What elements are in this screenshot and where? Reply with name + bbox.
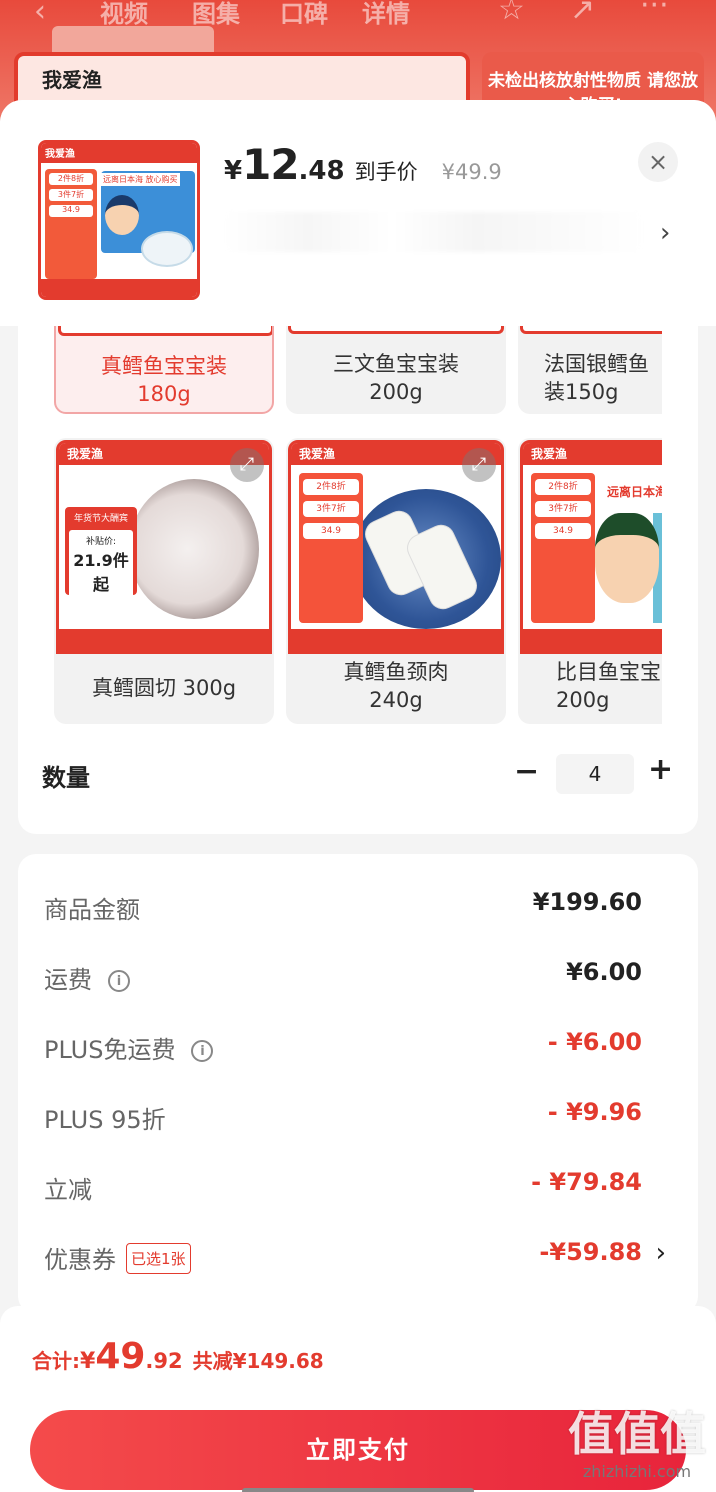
more-icon[interactable]: ··· <box>640 0 669 23</box>
back-icon[interactable]: ‹ <box>34 0 46 29</box>
option-flounder-baby-200g[interactable]: 我爱渔 远离日本海 2件8折 3件7折 34.9 比目鱼宝宝 200g <box>518 438 662 724</box>
option-cod-round-cut-300g[interactable]: 我爱渔 年货节大酬宾 补贴价: 21.9件起 ⤢ 真鳕圆切 300g <box>54 438 274 724</box>
info-icon[interactable]: i <box>191 1040 214 1062</box>
price-summary: 商品金额 ¥199.60 运费 i ¥6.00 PLUS免运费 i - ¥6.00 … <box>18 854 698 1314</box>
total-label: 合计: <box>32 1349 80 1373</box>
option-label: 比目鱼宝宝 200g <box>556 660 661 712</box>
sheet-header: 我爱渔 2件8折 3件7折 34.9 远离日本海 放心购买 ¥ 12 .48 到… <box>0 100 716 326</box>
coupon-badge: 已选1张 <box>126 1243 191 1274</box>
option-label: 真鳕鱼宝宝装 180g <box>101 354 227 406</box>
chevron-right-icon[interactable]: › <box>656 1238 666 1268</box>
thumb-child-illustration <box>105 195 139 235</box>
watermark: 值值值 zhizhizhi.com <box>562 1406 712 1481</box>
home-indicator <box>242 1488 474 1492</box>
total-saving: 共减¥149.68 <box>192 1349 324 1373</box>
spec-options-panel: 真鳕鱼宝宝装 180g 三文鱼宝宝装 200g 法国银鳕鱼 装150g 我爱渔 … <box>18 324 698 834</box>
tab-details[interactable]: 详情 <box>362 0 410 29</box>
summary-row-shipping: 运费 i ¥6.00 <box>44 958 642 994</box>
selected-spec-blurred[interactable] <box>224 212 644 252</box>
thumb-headline: 远离日本海 放心购买 <box>101 173 180 186</box>
watermark-logo: 值值值 <box>568 1407 706 1461</box>
zoom-icon[interactable]: ⤢ <box>462 448 496 482</box>
info-icon[interactable]: i <box>108 970 130 992</box>
thumb-promo-panel: 2件8折 3件7折 34.9 <box>45 169 97 279</box>
quantity-decrease-button[interactable]: − <box>514 754 539 789</box>
option-label: 三文鱼宝宝装 200g <box>333 352 459 404</box>
option-image: 我爱渔 远离日本海 2件8折 3件7折 34.9 <box>520 440 662 654</box>
spec-options-grid: 真鳕鱼宝宝装 180g 三文鱼宝宝装 200g 法国银鳕鱼 装150g 我爱渔 … <box>54 324 662 744</box>
watermark-url: zhizhizhi.com <box>582 1462 692 1481</box>
thumb-plate <box>141 231 193 267</box>
product-thumbnail[interactable]: 我爱渔 2件8折 3件7折 34.9 远离日本海 放心购买 <box>38 140 200 300</box>
quantity-row: 数量 − 4 + <box>18 750 698 800</box>
thumb-logo: 我爱渔 <box>45 149 75 160</box>
summary-row-subtotal: 商品金额 ¥199.60 <box>44 888 642 924</box>
summary-row-instant-discount: 立减 - ¥79.84 <box>44 1168 642 1204</box>
tab-reviews[interactable]: 口碑 <box>280 0 328 29</box>
quantity-input[interactable]: 4 <box>556 754 634 794</box>
price-label: 到手价 <box>354 160 418 184</box>
price-decimal: .48 <box>298 156 345 186</box>
price-integer: 12 <box>242 140 299 189</box>
purchase-sheet: 我爱渔 2件8折 3件7折 34.9 远离日本海 放心购买 ¥ 12 .48 到… <box>0 100 716 1492</box>
total-integer: 49 <box>95 1336 146 1377</box>
option-salmon-baby-200g[interactable]: 三文鱼宝宝装 200g <box>286 324 506 414</box>
close-icon[interactable]: × <box>638 142 678 182</box>
summary-row-coupon[interactable]: 优惠券 已选1张 -¥59.88 › <box>18 1236 698 1276</box>
chevron-right-icon[interactable]: › <box>660 218 670 248</box>
price-currency: ¥ <box>224 156 243 186</box>
total-currency: ¥ <box>80 1349 96 1374</box>
quantity-label: 数量 <box>42 764 90 792</box>
option-cod-baby-180g[interactable]: 真鳕鱼宝宝装 180g <box>54 324 274 414</box>
promo-tag: 2件8折 3件7折 34.9 <box>531 473 595 623</box>
favorite-star-icon[interactable]: ☆ <box>498 0 525 27</box>
zoom-icon[interactable]: ⤢ <box>230 448 264 482</box>
summary-row-plus-free-shipping: PLUS免运费 i - ¥6.00 <box>44 1028 642 1064</box>
cod-steak-image <box>129 479 259 619</box>
quantity-increase-button[interactable]: + <box>648 752 673 787</box>
option-label: 真鳕鱼颈肉 240g <box>343 660 449 712</box>
promo-tag: 2件8折 3件7折 34.9 <box>299 473 363 623</box>
promo-tag: 年货节大酬宾 补贴价: 21.9件起 <box>65 507 137 599</box>
option-label: 法国银鳕鱼 装150g <box>544 352 649 404</box>
total-decimal: .92 <box>145 1349 183 1373</box>
option-label: 真鳕圆切 300g <box>91 676 237 700</box>
option-french-cod-150g[interactable]: 法国银鳕鱼 装150g <box>518 324 662 414</box>
summary-row-plus-discount: PLUS 95折 - ¥9.96 <box>44 1098 642 1134</box>
tab-video[interactable]: 视频 <box>100 0 148 29</box>
tab-gallery[interactable]: 图集 <box>192 0 240 29</box>
banner-logo: 我爱渔 <box>42 68 102 92</box>
original-price: ¥49.9 <box>441 160 502 184</box>
share-icon[interactable]: ↗ <box>570 0 595 27</box>
option-cod-neck-240g[interactable]: 我爱渔 2件8折 3件7折 34.9 ⤢ 真鳕鱼颈肉 240g <box>286 438 506 724</box>
total-row: 合计: ¥ 49 .92 共减¥149.68 <box>32 1336 324 1377</box>
child-illustration <box>595 513 659 603</box>
price-row: ¥ 12 .48 到手价 ¥49.9 <box>224 140 502 190</box>
